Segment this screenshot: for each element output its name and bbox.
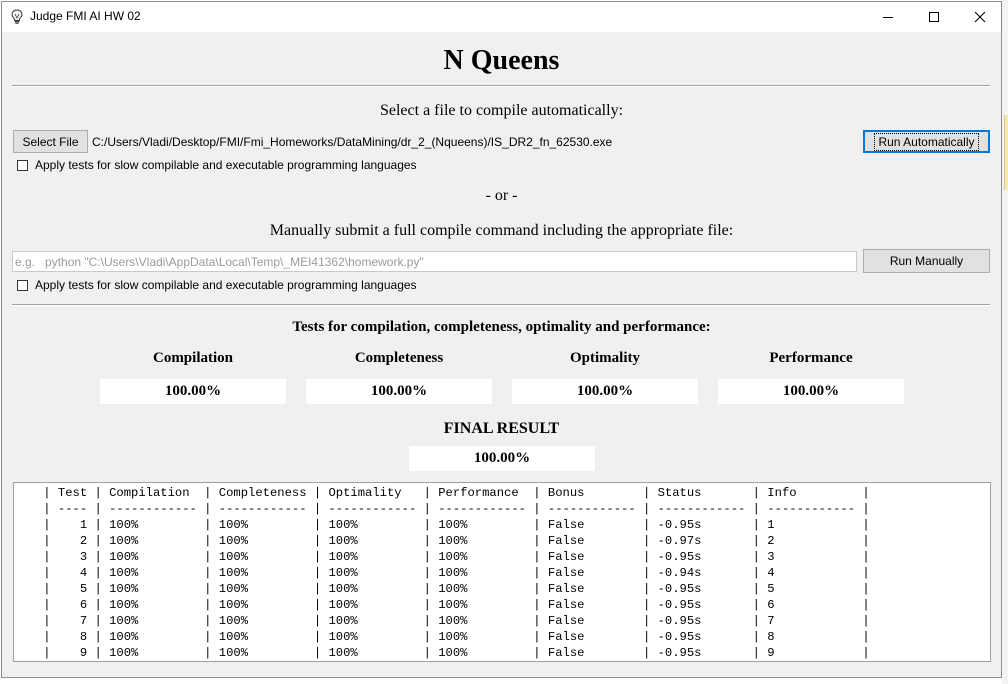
- select-file-button[interactable]: Select File: [13, 130, 88, 153]
- score-compilation: 100.00%: [100, 379, 286, 404]
- table-row: | 3 | 100% | 100% | 100% | 100% | False …: [14, 550, 870, 564]
- auto-prompt: Select a file to compile automatically:: [379, 102, 624, 119]
- table-row: | 8 | 100% | 100% | 100% | 100% | False …: [14, 630, 870, 644]
- slow-languages-checkbox-manual[interactable]: [17, 280, 28, 291]
- score-completeness: 100.00%: [306, 379, 492, 404]
- minimize-icon: [883, 17, 893, 18]
- maximize-icon: [929, 12, 939, 22]
- run-manually-button[interactable]: Run Manually: [863, 249, 990, 273]
- separator-middle: [12, 304, 990, 306]
- background-window-edge: [1002, 0, 1008, 684]
- final-result-label: FINAL RESULT: [443, 420, 560, 437]
- minimize-button[interactable]: [865, 2, 911, 32]
- table-row: | 2 | 100% | 100% | 100% | 100% | False …: [14, 534, 870, 548]
- score-performance: 100.00%: [718, 379, 904, 404]
- table-row: | 6 | 100% | 100% | 100% | 100% | False …: [14, 598, 870, 612]
- table-row: | 7 | 100% | 100% | 100% | 100% | False …: [14, 614, 870, 628]
- close-button[interactable]: [957, 2, 1001, 32]
- table-row: | 4 | 100% | 100% | 100% | 100% | False …: [14, 566, 870, 580]
- close-icon: [974, 11, 986, 23]
- results-textbox[interactable]: | Test | Compilation | Completeness | Op…: [13, 482, 991, 662]
- maximize-button[interactable]: [911, 2, 957, 32]
- title-bar: Judge FMI AI HW 02: [2, 2, 1001, 32]
- final-result-score: 100.00%: [409, 446, 595, 471]
- manual-prompt: Manually submit a full compile command i…: [269, 222, 734, 239]
- window-title: Judge FMI AI HW 02: [30, 9, 141, 23]
- table-row: | 9 | 100% | 100% | 100% | 100% | False …: [14, 646, 870, 660]
- slow-languages-label-auto: Apply tests for slow compilable and exec…: [35, 158, 417, 172]
- background-sticky-note: [1004, 115, 1008, 190]
- category-performance: Performance: [769, 350, 853, 366]
- page-title: N Queens: [443, 45, 560, 76]
- table-row: | 1 | 100% | 100% | 100% | 100% | False …: [14, 518, 870, 532]
- slow-languages-label-manual: Apply tests for slow compilable and exec…: [35, 278, 417, 292]
- run-automatically-label: Run Automatically: [874, 132, 979, 151]
- compile-command-input[interactable]: e.g. python "C:\Users\Vladi\AppData\Loca…: [12, 251, 857, 272]
- run-automatically-button[interactable]: Run Automatically: [863, 130, 990, 153]
- or-divider: - or -: [485, 187, 518, 204]
- selected-file-path: C:/Users/Vladi/Desktop/FMI/Fmi_Homeworks…: [92, 135, 613, 149]
- lightbulb-icon: [11, 9, 23, 30]
- category-completeness: Completeness: [354, 350, 444, 366]
- slow-languages-checkbox-auto[interactable]: [17, 160, 28, 171]
- tests-heading: Tests for compilation, completeness, opt…: [292, 319, 711, 335]
- category-compilation: Compilation: [152, 350, 233, 366]
- app-window: Judge FMI AI HW 02 N Queens Select a fil…: [1, 1, 1002, 678]
- category-optimality: Optimality: [570, 350, 640, 366]
- table-row: | 5 | 100% | 100% | 100% | 100% | False …: [14, 582, 870, 596]
- separator-top: [12, 85, 990, 87]
- results-header-row: | Test | Compilation | Completeness | Op…: [14, 486, 870, 500]
- score-optimality: 100.00%: [512, 379, 698, 404]
- results-divider-row: | ---- | ------------ | ------------ | -…: [14, 502, 870, 516]
